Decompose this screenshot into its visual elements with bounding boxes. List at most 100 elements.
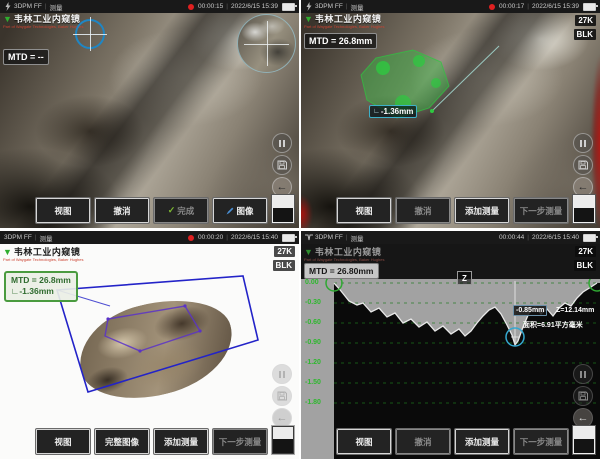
next-measure-button[interactable]: 下一步测量: [213, 429, 267, 454]
back-icon[interactable]: ←: [272, 177, 292, 197]
resolution-chip: 27K: [575, 246, 596, 257]
y-tick: -1.80: [305, 399, 321, 406]
profile-mode-icon: [305, 233, 313, 242]
divider: |: [346, 234, 348, 241]
record-dot: [188, 4, 194, 10]
resolution-chip: 27K: [274, 246, 295, 257]
side-controls: ←: [272, 364, 292, 428]
record-timer: 00:00:15: [198, 3, 223, 10]
white-balance-chip: BLK: [273, 260, 295, 271]
side-controls: ←: [573, 133, 593, 197]
brand-logo: ▼ 韦林工业内窥镜 Part of Waygate Technologies, …: [3, 15, 84, 29]
view-button[interactable]: 视图: [36, 198, 90, 223]
z-axis-label: Z: [457, 271, 472, 285]
tab-measure[interactable]: 测量: [40, 233, 53, 243]
tab-measure[interactable]: 测量: [50, 2, 63, 12]
depth-readout: -1.36mm: [19, 286, 54, 296]
action-button-row: 视图 完整图像 添加测量 下一步测量: [36, 429, 267, 454]
divider: |: [527, 3, 529, 10]
action-button-row: 视图 撤消 ✓完成 图像: [36, 198, 267, 223]
back-icon[interactable]: ←: [573, 177, 593, 197]
y-tick: -1.50: [305, 379, 321, 386]
full-image-button[interactable]: 完整图像: [95, 429, 149, 454]
back-icon[interactable]: ←: [272, 408, 292, 428]
brand-name: 韦林工业内窥镜: [315, 248, 382, 257]
done-button[interactable]: ✓完成: [154, 198, 208, 223]
tab-measure[interactable]: 测量: [351, 2, 364, 12]
mtd-readout: MTD = --: [3, 49, 49, 65]
datetime: 2022/6/15 15:40: [231, 234, 278, 241]
save-icon[interactable]: [573, 155, 593, 175]
mtd-readout: MTD = 26.8mm: [11, 275, 71, 286]
view-button[interactable]: 视图: [36, 429, 90, 454]
add-measure-button[interactable]: 添加测量: [154, 429, 208, 454]
quadrant-point-cloud: 3DPM FF | 测量 00:00:20 | 2022/6/15 15:40 …: [0, 231, 299, 459]
save-icon[interactable]: [573, 386, 593, 406]
battery-icon: [282, 3, 295, 11]
brand-subtitle: Part of Waygate Technologies, Baker Hugh…: [3, 25, 84, 29]
tab-measure[interactable]: 测量: [351, 233, 364, 243]
white-balance-chip: BLK: [574, 260, 596, 271]
status-bar: 3DPM FF | 测量 00:00:44 | 2022/6/15 15:40: [301, 231, 600, 244]
view-button[interactable]: 视图: [337, 429, 391, 454]
image-split-toggle[interactable]: [272, 426, 294, 454]
save-icon: [272, 386, 292, 406]
y-tick: -1.20: [305, 359, 321, 366]
touch-mode-icon: [305, 2, 313, 11]
action-button-row: 视图 撤消 添加测量 下一步测量: [337, 198, 568, 223]
undo-button[interactable]: 撤消: [396, 429, 450, 454]
save-icon[interactable]: [272, 155, 292, 175]
next-measure-button[interactable]: 下一步测量: [514, 429, 568, 454]
image-split-toggle[interactable]: [272, 195, 294, 223]
status-bar: 3DPM FF | 测量 00:00:20 | 2022/6/15 15:40: [0, 231, 299, 244]
view-button[interactable]: 视图: [337, 198, 391, 223]
z-length-annotation: Z=12.14mm: [556, 307, 594, 314]
record-timer: 00:00:17: [499, 3, 524, 10]
brand-triangle-icon: ▼: [3, 248, 12, 257]
brand-triangle-icon: ▼: [304, 248, 313, 257]
touch-mode-icon: [4, 2, 12, 11]
resolution-chip: 27K: [575, 15, 596, 26]
pause-icon[interactable]: [573, 364, 593, 384]
undo-button[interactable]: 撤消: [396, 198, 450, 223]
pause-icon[interactable]: [573, 133, 593, 153]
divider: |: [226, 3, 228, 10]
brand-subtitle: Part of Waygate Technologies, Baker Hugh…: [304, 258, 385, 262]
next-measure-button[interactable]: 下一步测量: [514, 198, 568, 223]
image-split-toggle[interactable]: [573, 426, 595, 454]
undo-button[interactable]: 撤消: [95, 198, 149, 223]
image-settings-chips: 27K BLK: [273, 246, 295, 271]
y-tick: -0.90: [305, 339, 321, 346]
image-settings-chips: 27K BLK: [574, 246, 596, 271]
back-icon[interactable]: ←: [573, 408, 593, 428]
area-annotation: 面积=6.91平方毫米: [523, 320, 583, 330]
status-bar: 3DPM FF | 测量 00:00:17 | 2022/6/15 15:39: [301, 0, 600, 13]
image-split-toggle[interactable]: [573, 195, 595, 223]
image-button[interactable]: 图像: [213, 198, 267, 223]
y-tick: 0.00: [305, 279, 319, 286]
quadrant-depth-profile: 3DPM FF | 测量 00:00:44 | 2022/6/15 15:40: [301, 231, 600, 459]
brand-triangle-icon: ▼: [3, 15, 12, 24]
measure-cursor-crosshair[interactable]: [75, 19, 105, 49]
datetime: 2022/6/15 15:40: [532, 234, 579, 241]
add-measure-button[interactable]: 添加测量: [455, 198, 509, 223]
pen-icon: [226, 207, 234, 215]
image-settings-chips: 27K BLK: [574, 15, 596, 40]
zoom-magnifier-window: [237, 14, 296, 73]
side-controls: ←: [573, 364, 593, 428]
record-dot: [489, 4, 495, 10]
quadrant-live-measured: 3DPM FF | 测量 00:00:17 | 2022/6/15 15:39 …: [301, 0, 600, 228]
mode-label: 3DPM FF: [315, 3, 343, 10]
depth-measurement-label[interactable]: ∟-1.36mm: [369, 105, 417, 118]
add-measure-button[interactable]: 添加测量: [455, 429, 509, 454]
battery-icon: [583, 234, 596, 242]
mtd-readout: MTD = 26.8mm: [304, 33, 377, 49]
record-dot: [188, 235, 194, 241]
mtd-readout: MTD = 26.80mm: [304, 263, 379, 279]
record-timer: 00:00:44: [499, 234, 524, 241]
divider: |: [35, 234, 37, 241]
pause-icon[interactable]: [272, 133, 292, 153]
record-timer: 00:00:20: [198, 234, 223, 241]
divider: |: [527, 234, 529, 241]
mode-label: 3DPM FF: [315, 234, 343, 241]
